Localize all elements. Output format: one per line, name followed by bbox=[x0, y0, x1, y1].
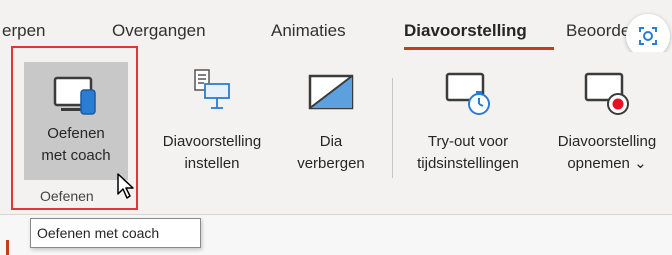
tab-ontwerpen[interactable]: erpen bbox=[2, 20, 45, 42]
record-label-line2: opnemen ⌄ bbox=[542, 154, 672, 173]
hide-slide-icon bbox=[308, 74, 354, 110]
rehearse-timings-icon bbox=[445, 72, 490, 115]
hide-slide-button[interactable]: Dia verbergen bbox=[288, 62, 374, 182]
group-label-oefenen: Oefenen bbox=[40, 188, 94, 204]
setup-label-line2: instellen bbox=[184, 155, 240, 172]
ribbon-tabs: erpen Overgangen Animaties Diavoorstelli… bbox=[0, 0, 672, 58]
hide-label-line1: Dia bbox=[319, 133, 343, 150]
record-slideshow-button[interactable]: Diavoorstelling opnemen ⌄ bbox=[542, 62, 672, 182]
setup-slideshow-button[interactable]: Diavoorstelling instellen bbox=[146, 62, 278, 182]
record-label-text: opnemen bbox=[567, 155, 630, 172]
ribbon-separator bbox=[392, 78, 393, 178]
chevron-down-icon: ⌄ bbox=[634, 155, 647, 172]
tab-overgangen[interactable]: Overgangen bbox=[112, 20, 206, 42]
tab-animaties[interactable]: Animaties bbox=[271, 20, 346, 42]
rehearse-label-line2: tijdsinstellingen bbox=[417, 155, 519, 172]
setup-label-line1: Diavoorstelling bbox=[162, 133, 262, 150]
active-tab-indicator bbox=[404, 47, 554, 50]
rehearse-label-line1: Try-out voor bbox=[427, 133, 509, 150]
tooltip: Oefenen met coach bbox=[30, 218, 201, 248]
slide-thumbnail-edge[interactable] bbox=[6, 240, 21, 255]
mouse-cursor-icon bbox=[117, 173, 134, 199]
rehearse-timings-button[interactable]: Try-out voor tijdsinstellingen bbox=[402, 62, 534, 182]
record-label-line1: Diavoorstelling bbox=[557, 133, 657, 150]
tab-diavoorstelling[interactable]: Diavoorstelling bbox=[404, 20, 527, 42]
hide-label-line2: verbergen bbox=[297, 155, 365, 172]
slideshow-setup-icon bbox=[194, 69, 230, 109]
record-icon bbox=[584, 72, 629, 115]
